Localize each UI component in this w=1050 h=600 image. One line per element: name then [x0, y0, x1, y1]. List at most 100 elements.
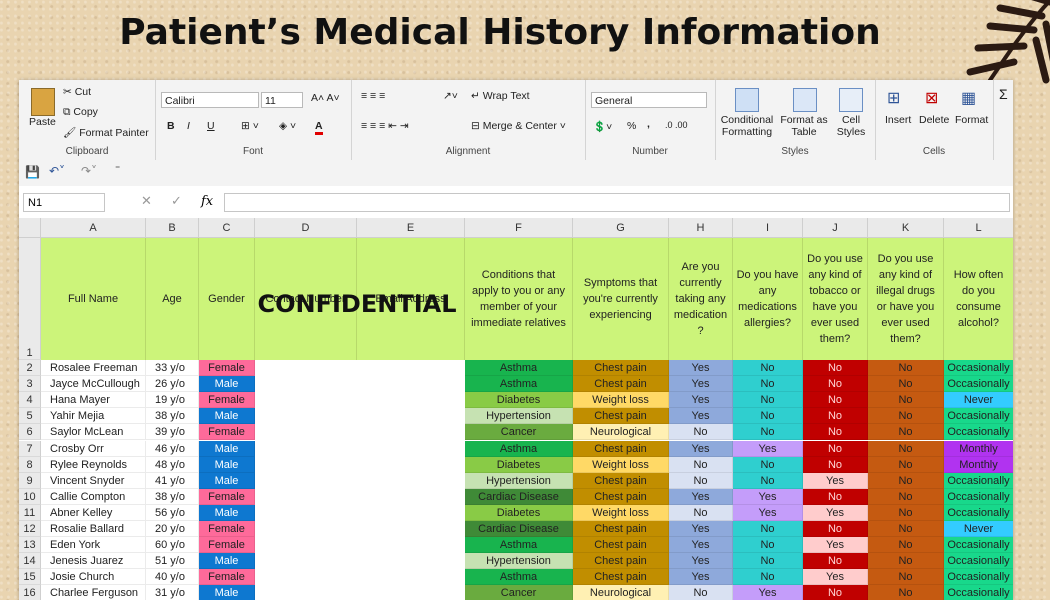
- header-cell[interactable]: Full Name: [41, 238, 146, 360]
- table-cell-i[interactable]: No: [733, 376, 803, 393]
- table-cell-l[interactable]: Never: [944, 521, 1013, 538]
- table-cell-l[interactable]: Monthly: [944, 456, 1013, 473]
- table-cell-g[interactable]: Weight loss: [573, 392, 669, 409]
- name-box[interactable]: N1: [23, 193, 105, 212]
- table-cell-b[interactable]: 38 y/o: [146, 488, 199, 505]
- table-cell-h[interactable]: Yes: [669, 553, 733, 570]
- table-cell-c[interactable]: Female: [199, 360, 255, 377]
- row-header[interactable]: 15: [19, 569, 41, 586]
- table-cell-a[interactable]: Charlee Ferguson: [41, 585, 146, 600]
- autosum-icon[interactable]: Σ: [999, 86, 1008, 102]
- row-header[interactable]: 8: [19, 456, 41, 473]
- table-cell-g[interactable]: Neurological: [573, 585, 669, 600]
- table-cell-c[interactable]: Female: [199, 521, 255, 538]
- table-cell-f[interactable]: Cardiac Disease: [465, 521, 573, 538]
- table-cell-i[interactable]: Yes: [733, 504, 803, 521]
- table-cell-c[interactable]: Male: [199, 553, 255, 570]
- table-cell-j[interactable]: No: [803, 424, 868, 441]
- select-all-corner[interactable]: [19, 218, 41, 238]
- table-cell-j[interactable]: No: [803, 488, 868, 505]
- confirm-icon[interactable]: ✓: [171, 194, 182, 209]
- table-cell-c[interactable]: Male: [199, 585, 255, 600]
- row-header[interactable]: 16: [19, 585, 41, 600]
- table-cell-l[interactable]: Monthly: [944, 440, 1013, 457]
- row-header[interactable]: 1: [19, 238, 41, 360]
- table-cell-j[interactable]: No: [803, 360, 868, 377]
- row-header[interactable]: 12: [19, 521, 41, 538]
- table-cell-k[interactable]: No: [868, 569, 944, 586]
- table-cell-b[interactable]: 33 y/o: [146, 360, 199, 377]
- header-cell[interactable]: Are you currently taking any medication …: [669, 238, 733, 360]
- table-cell-g[interactable]: Chest pain: [573, 360, 669, 377]
- table-cell-k[interactable]: No: [868, 376, 944, 393]
- table-cell-c[interactable]: Male: [199, 376, 255, 393]
- table-cell-h[interactable]: Yes: [669, 488, 733, 505]
- table-cell-c[interactable]: Male: [199, 456, 255, 473]
- table-cell-h[interactable]: Yes: [669, 521, 733, 538]
- row-header[interactable]: 11: [19, 504, 41, 521]
- column-header-h[interactable]: H: [669, 218, 733, 238]
- table-cell-e[interactable]: [357, 376, 465, 393]
- table-cell-l[interactable]: Never: [944, 392, 1013, 409]
- table-cell-h[interactable]: No: [669, 424, 733, 441]
- comma-button[interactable]: ,: [647, 118, 650, 130]
- table-cell-g[interactable]: Weight loss: [573, 504, 669, 521]
- redo-icon[interactable]: ↷˅: [81, 164, 97, 178]
- undo-icon[interactable]: ↶˅: [49, 164, 65, 178]
- table-cell-k[interactable]: No: [868, 537, 944, 554]
- header-cell[interactable]: Conditions that apply to you or any memb…: [465, 238, 573, 360]
- table-cell-f[interactable]: Asthma: [465, 537, 573, 554]
- table-cell-k[interactable]: No: [868, 488, 944, 505]
- table-cell-i[interactable]: No: [733, 537, 803, 554]
- table-cell-c[interactable]: Female: [199, 424, 255, 441]
- row-header[interactable]: 10: [19, 488, 41, 505]
- table-cell-l[interactable]: Occasionally: [944, 504, 1013, 521]
- table-cell-i[interactable]: No: [733, 360, 803, 377]
- font-color-icon[interactable]: A: [315, 120, 323, 135]
- table-cell-b[interactable]: 46 y/o: [146, 440, 199, 457]
- table-cell-b[interactable]: 20 y/o: [146, 521, 199, 538]
- table-cell-i[interactable]: No: [733, 456, 803, 473]
- grow-font-icon[interactable]: A˄ A˅: [311, 92, 340, 104]
- table-cell-f[interactable]: Diabetes: [465, 504, 573, 521]
- table-cell-g[interactable]: Chest pain: [573, 537, 669, 554]
- table-cell-c[interactable]: Male: [199, 472, 255, 489]
- table-cell-j[interactable]: No: [803, 392, 868, 409]
- table-cell-h[interactable]: Yes: [669, 440, 733, 457]
- table-cell-i[interactable]: Yes: [733, 488, 803, 505]
- table-cell-a[interactable]: Rosalee Freeman: [41, 360, 146, 377]
- percent-button[interactable]: %: [627, 120, 636, 132]
- row-header[interactable]: 9: [19, 472, 41, 489]
- header-cell[interactable]: Do you have any medications allergies?: [733, 238, 803, 360]
- format-button[interactable]: Format: [955, 114, 988, 126]
- table-cell-k[interactable]: No: [868, 392, 944, 409]
- cut-button[interactable]: ✂ Cut: [63, 86, 91, 98]
- row-header[interactable]: 14: [19, 553, 41, 570]
- row-header[interactable]: 3: [19, 376, 41, 393]
- table-cell-g[interactable]: Chest pain: [573, 440, 669, 457]
- table-cell-e[interactable]: [357, 408, 465, 425]
- formula-input[interactable]: [224, 193, 1010, 212]
- customize-qat-icon[interactable]: ⁼: [115, 164, 120, 175]
- table-cell-a[interactable]: Saylor McLean: [41, 424, 146, 441]
- table-cell-b[interactable]: 48 y/o: [146, 456, 199, 473]
- table-cell-e[interactable]: [357, 553, 465, 570]
- table-cell-h[interactable]: No: [669, 472, 733, 489]
- table-cell-j[interactable]: Yes: [803, 472, 868, 489]
- table-cell-d[interactable]: [255, 537, 357, 554]
- table-cell-l[interactable]: Occasionally: [944, 585, 1013, 600]
- table-cell-c[interactable]: Male: [199, 408, 255, 425]
- table-cell-a[interactable]: Vincent Snyder: [41, 472, 146, 489]
- insert-button[interactable]: Insert: [885, 114, 911, 126]
- table-cell-a[interactable]: Rosalie Ballard: [41, 521, 146, 538]
- table-cell-l[interactable]: Occasionally: [944, 408, 1013, 425]
- table-cell-e[interactable]: [357, 569, 465, 586]
- table-cell-e[interactable]: [357, 521, 465, 538]
- table-cell-i[interactable]: No: [733, 424, 803, 441]
- table-cell-a[interactable]: Josie Church: [41, 569, 146, 586]
- table-cell-e[interactable]: [357, 424, 465, 441]
- row-header[interactable]: 2: [19, 360, 41, 377]
- table-cell-k[interactable]: No: [868, 408, 944, 425]
- table-cell-k[interactable]: No: [868, 521, 944, 538]
- column-header-f[interactable]: F: [465, 218, 573, 238]
